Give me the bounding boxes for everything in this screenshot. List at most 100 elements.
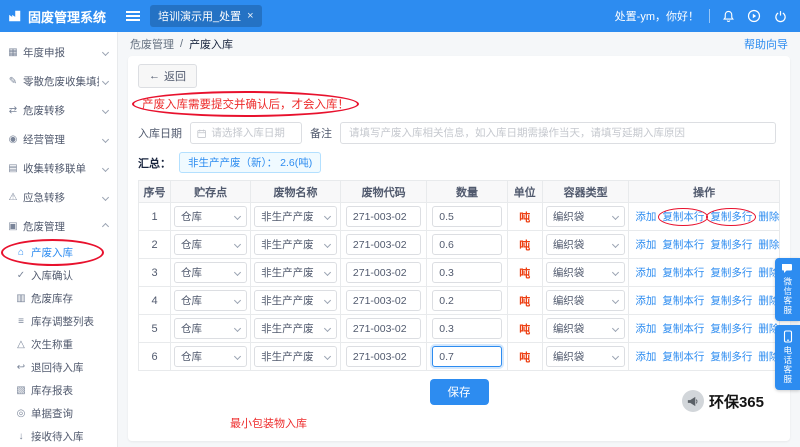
waste-name-select[interactable]: 非生产产废 — [254, 234, 337, 255]
sidebar-item-scattered-waste-report[interactable]: ✎ 零散危废收集填报 — [0, 67, 117, 96]
storage-select-value: 仓库 — [181, 295, 203, 307]
action-copy-multiple[interactable]: 复制多行 — [710, 211, 752, 223]
min-package-footnote: 最小包装物入库 — [230, 418, 307, 430]
action-copy-row[interactable]: 复制本行 — [662, 239, 704, 251]
note-input[interactable] — [340, 122, 776, 144]
circle-play-icon[interactable] — [746, 8, 762, 24]
waste-code-input[interactable] — [345, 206, 422, 227]
sidebar-item-waste-transfer[interactable]: ⇄ 危废转移 — [0, 96, 117, 125]
unit-label: 吨 — [519, 351, 531, 364]
waste-name-select[interactable]: 非生产产废 — [254, 346, 337, 367]
quantity-input[interactable] — [432, 346, 502, 367]
inbound-date-input[interactable] — [211, 127, 295, 139]
action-add[interactable]: 添加 — [635, 211, 656, 223]
row-actions: 添加 复制本行 复制多行 删除 — [628, 286, 780, 315]
storage-select[interactable]: 仓库 — [174, 234, 248, 255]
sidebar-item-return-pending-inbound[interactable]: ↩ 退回待入库 — [0, 356, 117, 379]
sidebar-item-label: 接收待入库 — [31, 431, 84, 443]
column-header: 单位 — [506, 180, 543, 203]
action-copy-row[interactable]: 复制本行 — [662, 323, 704, 335]
chevron-down-icon — [101, 135, 110, 144]
row-actions: 添加 复制本行 复制多行 删除 — [628, 230, 780, 259]
sidebar-item-waste-stock[interactable]: ▥ 危废库存 — [0, 287, 117, 310]
container-select[interactable]: 编织袋 — [545, 206, 626, 227]
sidebar-item-secondary-weighing[interactable]: △ 次生称重 — [0, 333, 117, 356]
container-select[interactable]: 编织袋 — [545, 290, 626, 311]
workspace-tab[interactable]: 培训演示用_处置 — [150, 5, 262, 27]
phone-icon — [783, 330, 792, 343]
breadcrumb-section[interactable]: 危废管理 — [130, 36, 174, 52]
waste-code-input[interactable] — [345, 262, 422, 283]
container-select[interactable]: 编织袋 — [545, 346, 626, 367]
waste-name-select[interactable]: 非生产产废 — [254, 262, 337, 283]
action-copy-multiple[interactable]: 复制多行 — [710, 239, 752, 251]
sidebar-item-receive-pending-inbound[interactable]: ↓ 接收待入库 — [0, 425, 117, 447]
save-button[interactable]: 保存 — [429, 379, 489, 405]
container-select[interactable]: 编织袋 — [545, 318, 626, 339]
date-picker[interactable] — [190, 122, 302, 144]
action-add[interactable]: 添加 — [635, 351, 656, 363]
divider — [709, 9, 710, 23]
back-button[interactable]: 返回 — [138, 64, 197, 88]
sidebar-item-stock-adjust-list[interactable]: ≡ 库存调整列表 — [0, 310, 117, 333]
action-copy-multiple[interactable]: 复制多行 — [710, 295, 752, 307]
action-copy-row[interactable]: 复制本行 — [662, 267, 704, 279]
sidebar-item-emergency-transfer[interactable]: ⚠ 应急转移 — [0, 183, 117, 212]
sidebar-item-operation-management[interactable]: ◉ 经营管理 — [0, 125, 117, 154]
action-copy-multiple[interactable]: 复制多行 — [710, 351, 752, 363]
row-index: 2 — [137, 230, 172, 259]
waste-name-select[interactable]: 非生产产废 — [254, 290, 337, 311]
storage-select[interactable]: 仓库 — [174, 206, 248, 227]
waste-name-select[interactable]: 非生产产废 — [254, 318, 337, 339]
action-add[interactable]: 添加 — [635, 239, 656, 251]
tab-close-icon[interactable] — [247, 11, 253, 22]
quantity-input[interactable] — [432, 290, 502, 311]
container-select[interactable]: 编织袋 — [545, 262, 626, 283]
waste-name-select-value: 非生产产废 — [261, 295, 314, 307]
quantity-input[interactable] — [432, 318, 502, 339]
power-icon[interactable] — [772, 8, 788, 24]
action-copy-multiple[interactable]: 复制多行 — [710, 323, 752, 335]
action-delete[interactable]: 删除 — [758, 239, 779, 251]
action-copy-row[interactable]: 复制本行 — [662, 295, 704, 307]
action-delete[interactable]: 删除 — [758, 211, 779, 223]
chevron-down-icon — [612, 240, 620, 249]
action-add[interactable]: 添加 — [635, 267, 656, 279]
chevron-down-icon — [323, 240, 331, 249]
sidebar-item-stock-report[interactable]: ▧ 库存报表 — [0, 379, 117, 402]
wechat-service-button[interactable]: 微信客服 — [775, 258, 800, 321]
quantity-input[interactable] — [432, 206, 502, 227]
sidebar-item-collect-transfer-manifest[interactable]: ▤ 收集转移联单 — [0, 154, 117, 183]
waste-name-select[interactable]: 非生产产废 — [254, 206, 337, 227]
note-field-label: 备注 — [310, 128, 332, 140]
storage-select[interactable]: 仓库 — [174, 262, 248, 283]
storage-select-value: 仓库 — [181, 239, 203, 251]
phone-service-button[interactable]: 电话客服 — [775, 325, 800, 390]
container-select[interactable]: 编织袋 — [545, 234, 626, 255]
action-add[interactable]: 添加 — [635, 295, 656, 307]
storage-select[interactable]: 仓库 — [174, 290, 248, 311]
storage-select[interactable]: 仓库 — [174, 346, 248, 367]
bell-icon[interactable] — [720, 8, 736, 24]
waste-code-input[interactable] — [345, 346, 422, 367]
sidebar-item-document-query[interactable]: ◎ 单据查询 — [0, 402, 117, 425]
sidebar-item-inbound-confirm[interactable]: ✓ 入库确认 — [0, 264, 117, 287]
sidebar-item-waste-inbound[interactable]: ⌂ 产废入库 — [0, 239, 117, 266]
quantity-input[interactable] — [432, 262, 502, 283]
quantity-input[interactable] — [432, 234, 502, 255]
waste-code-input[interactable] — [345, 318, 422, 339]
sidebar-item-waste-management[interactable]: ▣ 危废管理 — [0, 212, 117, 241]
hamburger-menu-icon[interactable] — [126, 11, 140, 21]
action-copy-row[interactable]: 复制本行 — [662, 211, 704, 223]
summary-label: 汇总： — [138, 157, 171, 170]
help-guide-link[interactable]: 帮助向导 — [744, 36, 788, 52]
breadcrumb-current: 产废入库 — [189, 39, 234, 51]
waste-code-input[interactable] — [345, 290, 422, 311]
sidebar-item-label: 入库确认 — [31, 270, 73, 282]
action-copy-row[interactable]: 复制本行 — [662, 351, 704, 363]
waste-code-input[interactable] — [345, 234, 422, 255]
action-copy-multiple[interactable]: 复制多行 — [710, 267, 752, 279]
sidebar-item-annual-report[interactable]: ▦ 年度申报 — [0, 38, 117, 67]
storage-select[interactable]: 仓库 — [174, 318, 248, 339]
action-add[interactable]: 添加 — [635, 323, 656, 335]
